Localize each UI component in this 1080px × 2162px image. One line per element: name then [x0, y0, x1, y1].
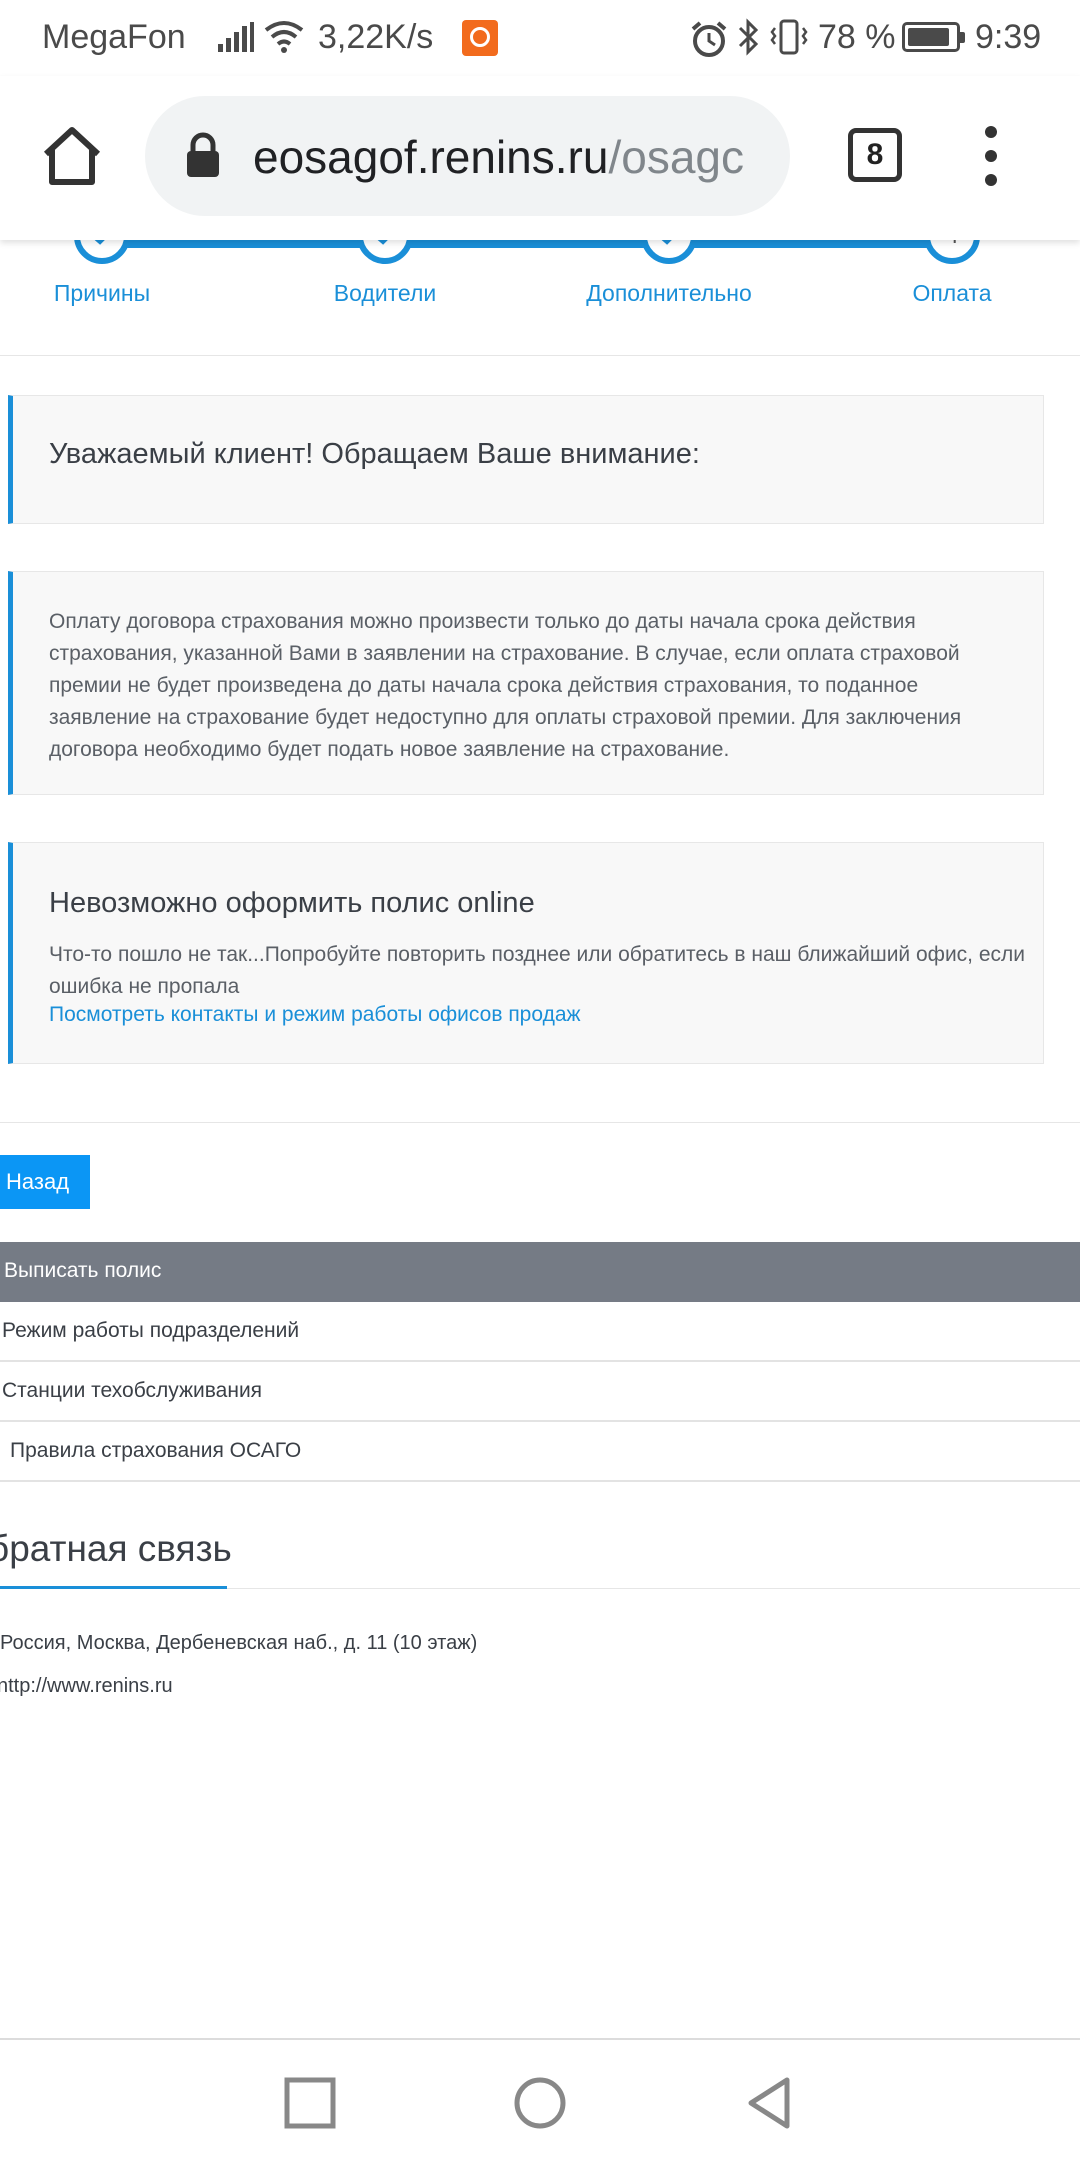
footer-menu: Выписать полис Режим работы подразделени…: [0, 1242, 1080, 1482]
step-label: Водители: [333, 280, 437, 306]
stepper-line: [102, 240, 952, 248]
bluetooth-icon: [738, 18, 759, 56]
office-contacts-link[interactable]: Посмотреть контакты и режим работы офисо…: [49, 1003, 581, 1027]
signal-icon: [218, 22, 254, 52]
lock-icon: [187, 132, 219, 177]
address-bar[interactable]: eosagof.renins.ru/osagc: [145, 96, 790, 216]
mi-icon: [462, 20, 498, 56]
notice-title: Уважаемый клиент! Обращаем Ваше внимание…: [49, 438, 700, 470]
progress-stepper: Причины Водители Дополнительно 4 Оплата: [0, 208, 1080, 356]
menu-item-osago-rules[interactable]: Правила страхования ОСАГО: [0, 1422, 1080, 1482]
divider: [0, 1122, 1080, 1123]
back-icon[interactable]: [743, 2076, 797, 2130]
menu-icon[interactable]: [985, 126, 999, 186]
menu-item-service-stations[interactable]: Станции техобслуживания: [0, 1362, 1080, 1422]
home-nav-icon[interactable]: [513, 2076, 567, 2130]
battery-icon: [902, 22, 965, 52]
battery-percent: 78 %: [818, 18, 896, 56]
url-host: eosagof.renins.ru: [253, 131, 609, 183]
feedback-underline: [0, 1586, 227, 1589]
system-nav-bar: [0, 2038, 1080, 2162]
url-path: /osagc: [608, 131, 744, 183]
clock: 9:39: [975, 18, 1042, 56]
company-website[interactable]: nttp://www.renins.ru: [0, 1675, 173, 1698]
feedback-title: братная связь: [0, 1528, 232, 1569]
step-label: Оплата: [912, 280, 992, 306]
net-speed: 3,22K/s: [318, 18, 434, 56]
carrier-name: MegaFon: [42, 18, 186, 56]
payment-info-alert: Оплату договора страхования можно произв…: [8, 571, 1044, 795]
alarm-icon: [691, 21, 727, 57]
recents-icon[interactable]: [283, 2076, 337, 2130]
tabs-icon[interactable]: 8: [848, 128, 902, 182]
wifi-icon: [264, 21, 304, 53]
menu-item-issue-policy[interactable]: Выписать полис: [0, 1242, 1080, 1302]
status-bar: MegaFon 3,22K/s 78 % 9:39: [0, 0, 1080, 76]
vibrate-icon: [770, 19, 808, 55]
step-label: Дополнительно: [586, 280, 752, 306]
payment-info-text: Оплату договора страхования можно произв…: [49, 610, 962, 761]
step-label: Причины: [53, 280, 151, 306]
menu-item-office-hours[interactable]: Режим работы подразделений: [0, 1302, 1080, 1362]
notice-alert: Уважаемый клиент! Обращаем Ваше внимание…: [8, 395, 1044, 524]
company-address: Россия, Москва, Дербеневская наб., д. 11…: [0, 1632, 478, 1654]
error-title: Невозможно оформить полис online: [49, 887, 535, 919]
error-alert: Невозможно оформить полис online Что-то …: [8, 842, 1044, 1064]
back-button[interactable]: Назад: [0, 1155, 90, 1209]
error-text: Что-то пошло не так...Попробуйте повтори…: [49, 943, 1026, 998]
url-text: eosagof.renins.ru/osagc: [253, 130, 744, 184]
home-icon[interactable]: [40, 124, 104, 188]
browser-toolbar: eosagof.renins.ru/osagc 8: [0, 76, 1080, 240]
